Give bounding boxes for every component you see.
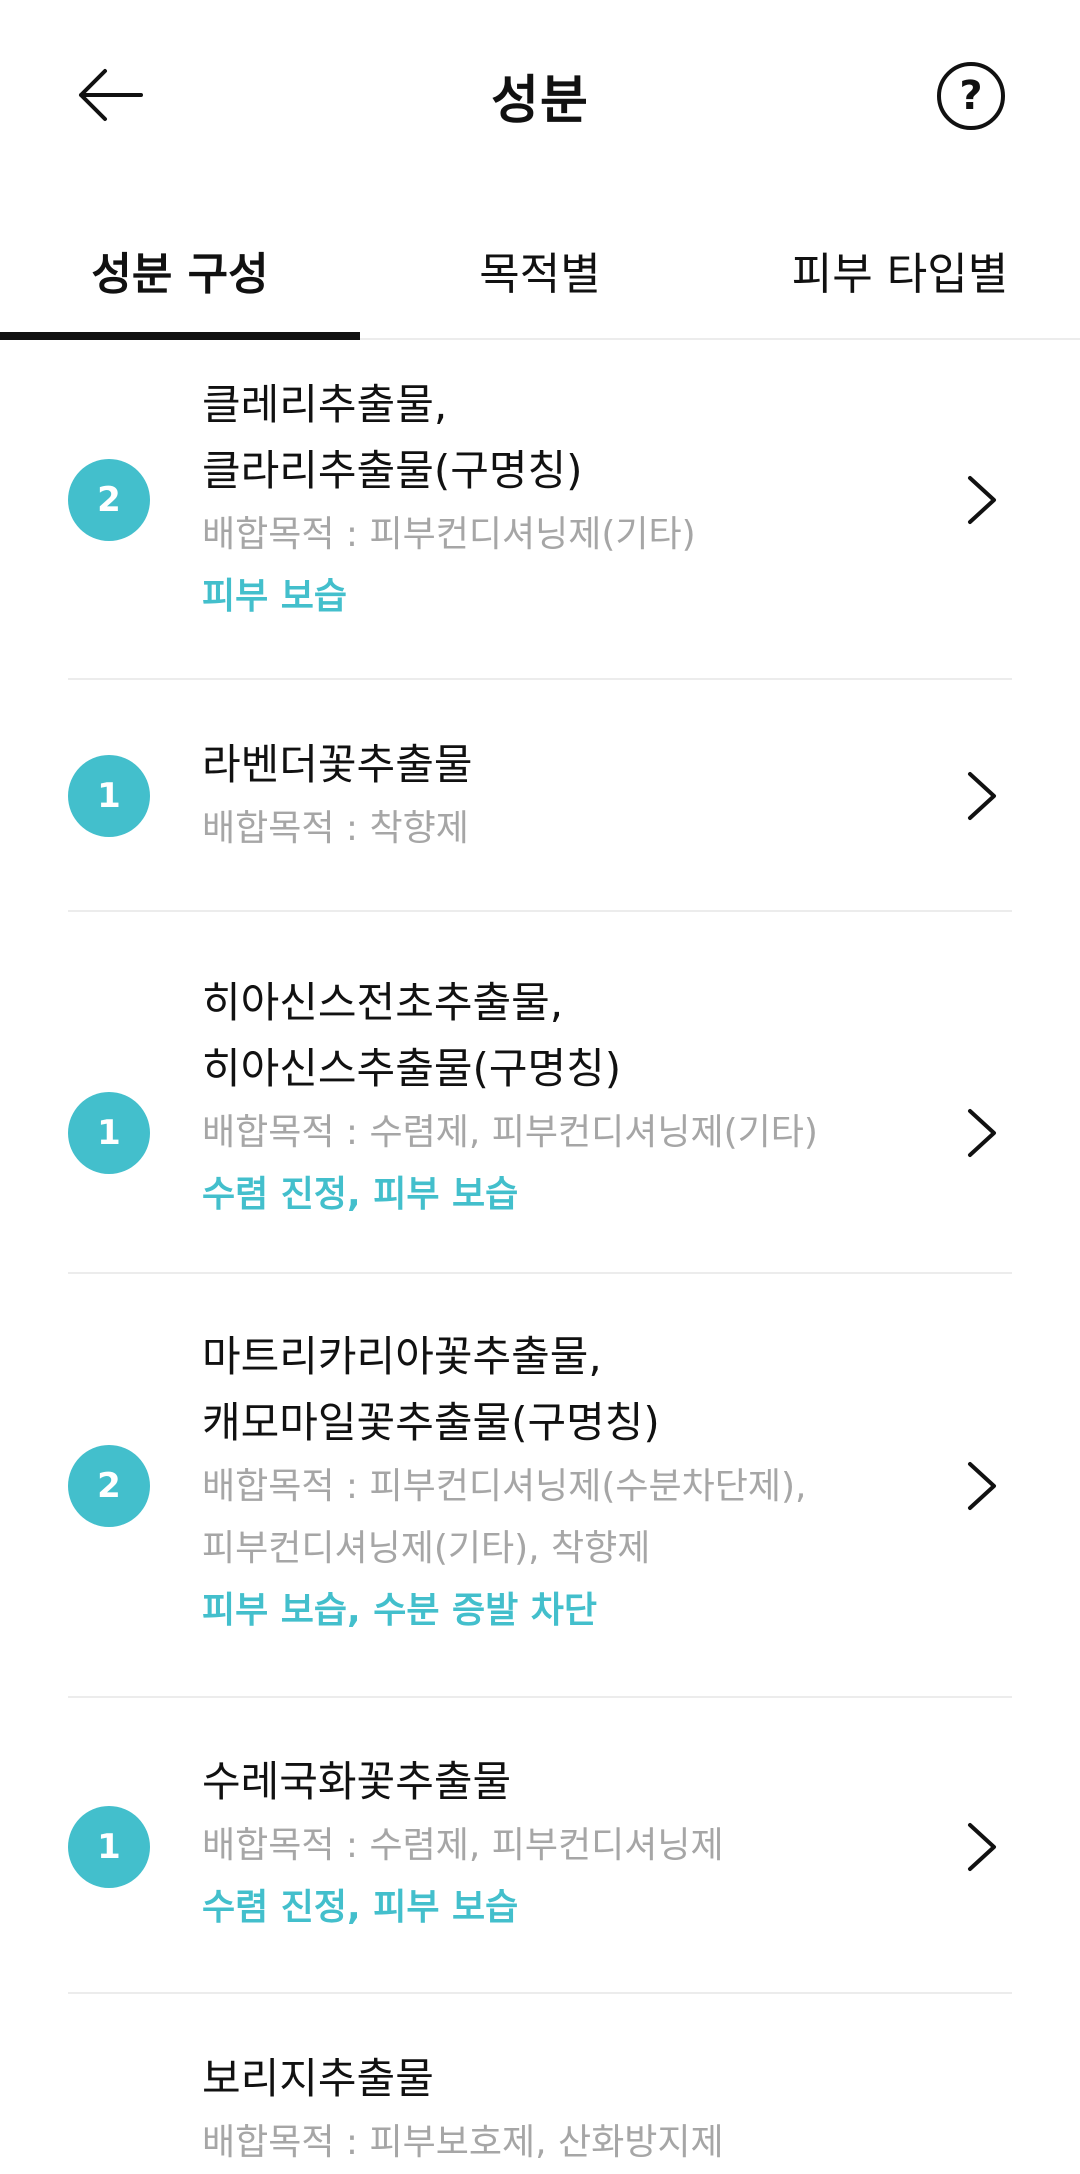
chevron-right-icon[interactable]	[952, 761, 1012, 831]
ingredient-purpose: 피부컨디셔닝제(기타), 착향제	[202, 1528, 651, 1569]
ingredient-name: 보리지추출물	[202, 2054, 434, 2103]
grade-badge: 2	[68, 459, 150, 541]
grade-badge: 1	[68, 1092, 150, 1174]
tab-by-skin-type[interactable]: 피부 타입별	[720, 238, 1080, 302]
ingredient-purpose: 배합목적 : 피부보호제, 산화방지제	[202, 2122, 724, 2163]
ingredient-purpose: 배합목적 : 피부컨디셔닝제(기타)	[202, 514, 696, 555]
ingredient-item[interactable]: 1 라벤더꽃추출물 배합목적 : 착향제	[68, 680, 1012, 912]
page-title: 성분	[491, 71, 589, 131]
ingredient-list: 2 클레리추출물, 클라리추출물(구명칭) 배합목적 : 피부컨디셔닝제(기타)…	[0, 340, 1080, 2163]
active-tab-indicator	[0, 332, 360, 340]
ingredient-purpose: 배합목적 : 피부컨디셔닝제(수분차단제),	[202, 1466, 807, 1507]
tab-bar: 성분 구성 목적별 피부 타입별	[0, 190, 1080, 340]
app-header: 성분 ?	[0, 0, 1080, 190]
ingredient-item[interactable]: 1 수레국화꽃추출물 배합목적 : 수렴제, 피부컨디셔닝제 수렴 진정, 피부…	[68, 1698, 1012, 1994]
ingredient-effect: 수렴 진정, 피부 보습	[202, 1174, 519, 1215]
tab-composition[interactable]: 성분 구성	[0, 238, 360, 302]
ingredient-name: 히아신스전초추출물,	[202, 978, 564, 1027]
ingredient-item[interactable]: 1 히아신스전초추출물, 히아신스추출물(구명칭) 배합목적 : 수렴제, 피부…	[68, 912, 1012, 1274]
ingredient-name: 캐모마일꽃추출물(구명칭)	[202, 1398, 660, 1447]
grade-badge: 1	[68, 755, 150, 837]
tab-by-purpose[interactable]: 목적별	[360, 238, 720, 302]
ingredient-name: 수레국화꽃추출물	[202, 1757, 512, 1806]
ingredient-effect: 피부 보습, 수분 증발 차단	[202, 1590, 598, 1631]
ingredient-item[interactable]: 2 클레리추출물, 클라리추출물(구명칭) 배합목적 : 피부컨디셔닝제(기타)…	[68, 340, 1012, 680]
grade-badge: 2	[68, 1445, 150, 1527]
ingredient-name: 클레리추출물,	[202, 380, 448, 429]
chevron-right-icon[interactable]	[952, 465, 1012, 535]
question-mark-icon: ?	[959, 73, 983, 119]
chevron-right-icon[interactable]	[952, 1451, 1012, 1521]
chevron-right-icon[interactable]	[952, 1812, 1012, 1882]
ingredient-purpose: 배합목적 : 착향제	[202, 808, 469, 849]
ingredient-name: 라벤더꽃추출물	[202, 740, 473, 789]
ingredient-name: 마트리카리아꽃추출물,	[202, 1332, 602, 1381]
ingredient-item[interactable]: 보리지추출물 배합목적 : 피부보호제, 산화방지제	[68, 1994, 1012, 2163]
grade-badge: 1	[68, 1806, 150, 1888]
ingredient-effect: 피부 보습	[202, 576, 348, 617]
ingredient-effect: 수렴 진정, 피부 보습	[202, 1887, 519, 1928]
ingredient-name: 히아신스추출물(구명칭)	[202, 1044, 622, 1093]
ingredient-purpose: 배합목적 : 수렴제, 피부컨디셔닝제(기타)	[202, 1112, 818, 1153]
ingredient-purpose: 배합목적 : 수렴제, 피부컨디셔닝제	[202, 1825, 724, 1866]
ingredient-name: 클라리추출물(구명칭)	[202, 446, 583, 495]
help-button[interactable]: ?	[937, 62, 1005, 130]
ingredient-item[interactable]: 2 마트리카리아꽃추출물, 캐모마일꽃추출물(구명칭) 배합목적 : 피부컨디셔…	[68, 1274, 1012, 1698]
chevron-right-icon[interactable]	[952, 1098, 1012, 1168]
